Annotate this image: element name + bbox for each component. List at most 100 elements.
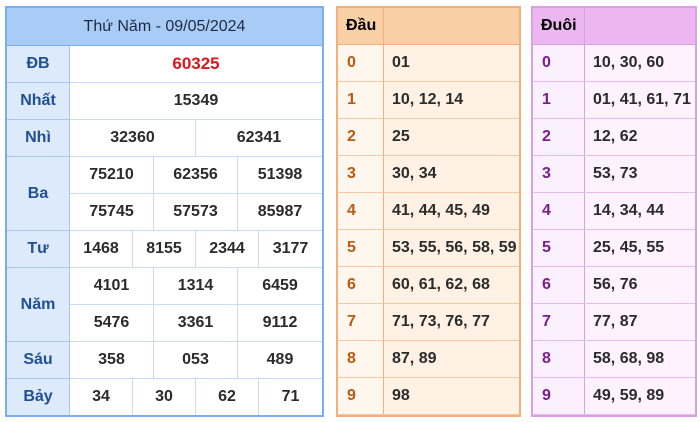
dau-rows: 0 01 1 10, 12, 14 2 25 3 30, 34 4 41, 44, 45, 49 5… [338, 45, 519, 415]
dau-header-values [384, 8, 519, 45]
prize-label-seventh: Bảy [7, 379, 70, 415]
duoi-row-key: 8 [533, 341, 585, 377]
duoi-row: 3 53, 73 [533, 156, 695, 193]
duoi-table: Đuôi 0 10, 30, 60 1 01, 41, 61, 71 2 12, 62 3 5… [531, 6, 697, 417]
duoi-header-values [585, 8, 695, 45]
dau-row: 2 25 [338, 119, 519, 156]
prize-label-second: Nhì [7, 120, 70, 157]
dau-row: 9 98 [338, 378, 519, 415]
duoi-row-key: 4 [533, 193, 585, 229]
prize-value-fourth: 2344 [196, 231, 259, 268]
duoi-row: 6 56, 76 [533, 267, 695, 304]
dau-row: 6 60, 61, 62, 68 [338, 267, 519, 304]
prize-label-special: ĐB [7, 46, 70, 83]
duoi-row-values: 25, 45, 55 [585, 230, 695, 266]
lottery-results-table: Thứ Năm - 09/05/2024 ĐB 60325 Nhất 15349… [5, 6, 324, 417]
prize-value-seventh: 34 [70, 379, 133, 415]
prize-value-fifth: 3361 [154, 305, 238, 342]
prize-value-second: 62341 [196, 120, 322, 157]
dau-row: 5 53, 55, 56, 58, 59 [338, 230, 519, 267]
prize-value-fifth: 1314 [154, 268, 238, 305]
prize-value-seventh: 30 [133, 379, 196, 415]
dau-row-key: 6 [338, 267, 384, 303]
duoi-row-values: 01, 41, 61, 71 [585, 82, 695, 118]
prize-value-third: 51398 [238, 157, 322, 194]
duoi-row-key: 6 [533, 267, 585, 303]
dau-row-values: 87, 89 [384, 341, 519, 377]
dau-row-values: 53, 55, 56, 58, 59 [384, 230, 519, 266]
prize-value-third: 85987 [238, 194, 322, 231]
prize-value-first: 15349 [70, 83, 322, 120]
dau-row-key: 3 [338, 156, 384, 192]
prize-value-fourth: 8155 [133, 231, 196, 268]
duoi-header: Đuôi [533, 8, 585, 45]
dau-row-values: 25 [384, 119, 519, 155]
duoi-row-values: 12, 62 [585, 119, 695, 155]
dau-row: 8 87, 89 [338, 341, 519, 378]
dau-row-values: 60, 61, 62, 68 [384, 267, 519, 303]
prize-value-third: 57573 [154, 194, 238, 231]
prize-value-fourth: 1468 [70, 231, 133, 268]
prize-label-fifth: Năm [7, 268, 70, 342]
duoi-row-values: 14, 34, 44 [585, 193, 695, 229]
prize-value-third: 75745 [70, 194, 154, 231]
duoi-rows: 0 10, 30, 60 1 01, 41, 61, 71 2 12, 62 3 53, 73… [533, 45, 695, 415]
duoi-row: 7 77, 87 [533, 304, 695, 341]
duoi-row-values: 10, 30, 60 [585, 45, 695, 81]
dau-table: Đầu 0 01 1 10, 12, 14 2 25 3 30, 34 4 41, 44, 45,… [336, 6, 521, 417]
prize-label-first: Nhất [7, 83, 70, 120]
duoi-row-values: 56, 76 [585, 267, 695, 303]
dau-row-key: 5 [338, 230, 384, 266]
duoi-row-values: 49, 59, 89 [585, 378, 695, 414]
prize-value-second: 32360 [70, 120, 196, 157]
dau-row-key: 2 [338, 119, 384, 155]
dau-row-values: 98 [384, 378, 519, 414]
prize-value-sixth: 489 [238, 342, 322, 379]
dau-row: 4 41, 44, 45, 49 [338, 193, 519, 230]
dau-row-key: 0 [338, 45, 384, 81]
dau-row-key: 1 [338, 82, 384, 118]
prize-value-special: 60325 [70, 46, 322, 83]
dau-row-values: 30, 34 [384, 156, 519, 192]
prize-label-fourth: Tư [7, 231, 70, 268]
prize-value-fifth: 5476 [70, 305, 154, 342]
dau-row-key: 7 [338, 304, 384, 340]
dau-row-values: 41, 44, 45, 49 [384, 193, 519, 229]
duoi-row: 4 14, 34, 44 [533, 193, 695, 230]
duoi-row-values: 58, 68, 98 [585, 341, 695, 377]
prize-value-fifth: 9112 [238, 305, 322, 342]
duoi-row: 8 58, 68, 98 [533, 341, 695, 378]
dau-row-key: 8 [338, 341, 384, 377]
prize-value-seventh: 62 [196, 379, 259, 415]
prize-value-fourth: 3177 [259, 231, 322, 268]
dau-row-values: 10, 12, 14 [384, 82, 519, 118]
duoi-row-key: 9 [533, 378, 585, 414]
duoi-row: 2 12, 62 [533, 119, 695, 156]
duoi-row-key: 7 [533, 304, 585, 340]
duoi-row-key: 1 [533, 82, 585, 118]
dau-row-key: 9 [338, 378, 384, 414]
dau-row: 7 71, 73, 76, 77 [338, 304, 519, 341]
duoi-row: 0 10, 30, 60 [533, 45, 695, 82]
duoi-row-key: 5 [533, 230, 585, 266]
prize-value-fifth: 6459 [238, 268, 322, 305]
dau-row: 0 01 [338, 45, 519, 82]
dau-row-values: 71, 73, 76, 77 [384, 304, 519, 340]
prize-value-fifth: 4101 [70, 268, 154, 305]
dau-row: 1 10, 12, 14 [338, 82, 519, 119]
duoi-row-key: 2 [533, 119, 585, 155]
dau-row-key: 4 [338, 193, 384, 229]
duoi-row-key: 0 [533, 45, 585, 81]
prize-value-third: 75210 [70, 157, 154, 194]
results-title: Thứ Năm - 09/05/2024 [7, 8, 322, 46]
prize-label-sixth: Sáu [7, 342, 70, 379]
duoi-row-values: 77, 87 [585, 304, 695, 340]
dau-header: Đầu [338, 8, 384, 45]
dau-row-values: 01 [384, 45, 519, 81]
prize-value-seventh: 71 [259, 379, 322, 415]
prize-value-sixth: 053 [154, 342, 238, 379]
duoi-row: 9 49, 59, 89 [533, 378, 695, 415]
duoi-row-values: 53, 73 [585, 156, 695, 192]
duoi-row: 1 01, 41, 61, 71 [533, 82, 695, 119]
duoi-row-key: 3 [533, 156, 585, 192]
